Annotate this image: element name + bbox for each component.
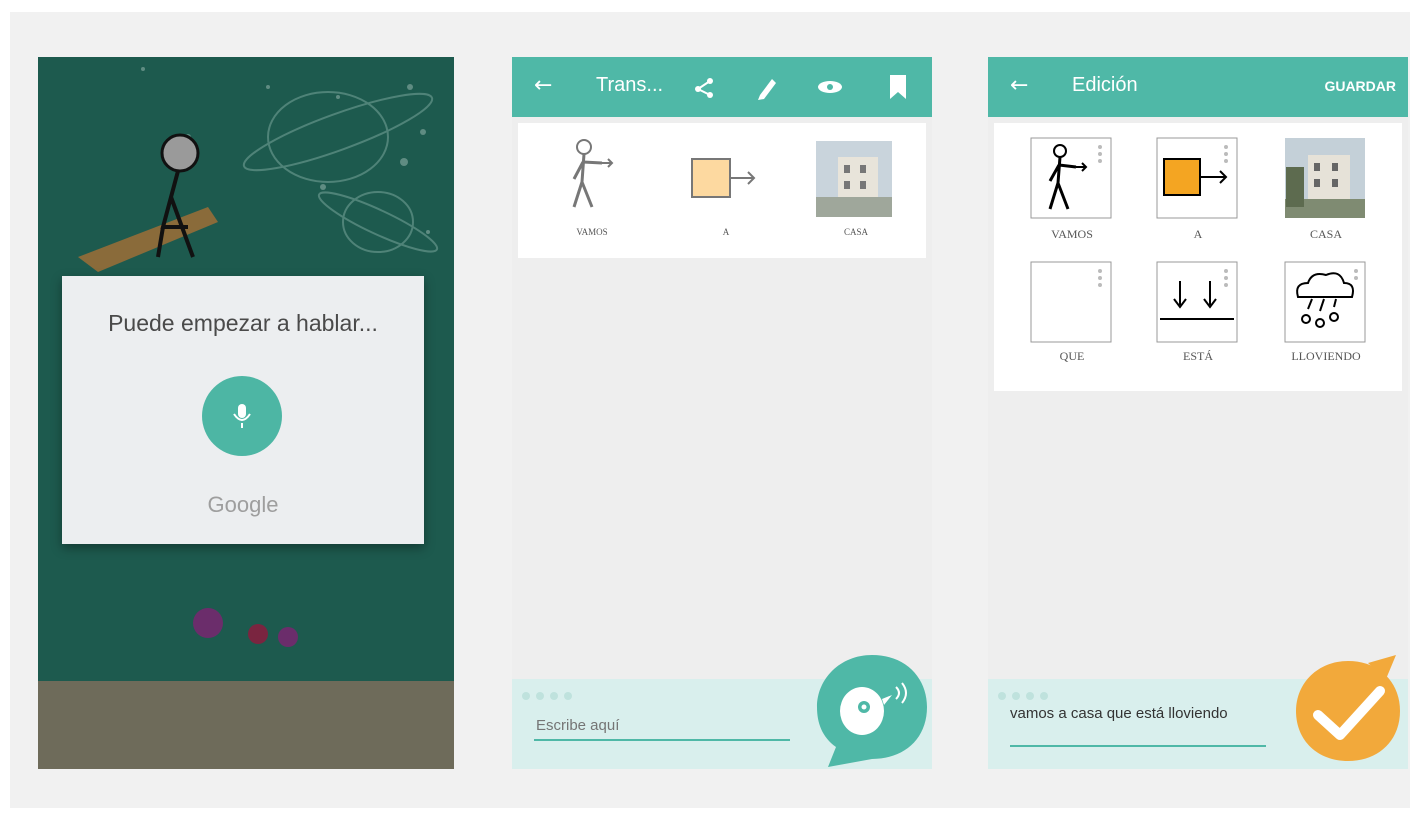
arrow-to-box-icon [1156,137,1238,219]
pictogram-label: VAMOS [1051,227,1093,241]
house-photo [1285,138,1365,218]
back-arrow-icon[interactable]: ← [534,73,552,98]
translation-screen: ← Trans... VAMOS A CASA Escribe aquí [512,57,932,769]
pictogram-que[interactable]: QUE [1030,261,1114,371]
walking-person-icon [1030,137,1112,219]
eye-icon[interactable] [814,77,846,97]
pictogram-esta[interactable]: ESTÁ [1156,261,1240,371]
pictogram-a[interactable]: A [1156,137,1240,247]
microphone-icon [233,404,251,428]
pictogram-vamos[interactable]: VAMOS [552,137,632,247]
walking-person-icon [572,139,614,208]
blank-icon [1030,261,1112,343]
down-arrows-icon [1156,261,1238,343]
pictogram-grid: VAMOS A CASA QUE ESTÁ LLOVIENDO [994,123,1402,391]
pictogram-label: VAMOS [576,227,608,237]
pictogram-a[interactable]: A [686,137,766,247]
pictogram-vamos[interactable]: VAMOS [1030,137,1114,247]
screen-title: Edición [1072,74,1138,96]
pictogram-casa[interactable]: CASA [1284,137,1368,247]
pictogram-label: ESTÁ [1183,349,1213,363]
edit-screen: ← Edición GUARDAR VAMOS A CASA QUE ESTÁ … [988,57,1408,769]
rain-cloud-icon [1284,261,1366,343]
save-button[interactable]: GUARDAR [1324,78,1396,94]
voice-dialog: Puede empezar a hablar... Google [62,276,424,544]
provider-label: Google [207,492,279,517]
app-bar: ← Trans... [512,57,932,117]
text-input[interactable] [534,713,788,737]
pictogram-label: A [722,227,730,237]
pencil-icon[interactable] [754,73,780,101]
share-icon[interactable] [690,73,718,101]
prompt-text: Puede empezar a hablar... [108,310,378,336]
pictogram-label: CASA [1309,227,1342,241]
decorative-dots [998,685,1054,704]
input-underline [1010,745,1266,747]
voice-input-screen: Puede empezar a hablar... Google [38,57,454,769]
pictogram-label: QUE [1059,349,1085,363]
speak-fab-button[interactable] [812,649,932,769]
pictogram-label: CASA [843,227,868,237]
pictogram-casa[interactable]: CASA [816,137,896,247]
text-input[interactable]: vamos a casa que está lloviendo [1010,705,1260,723]
input-underline [534,739,790,741]
decorative-dots [522,685,578,704]
screen-title: Trans... [596,74,664,96]
house-photo [816,141,892,217]
pictogram-label: LLOVIENDO [1291,349,1361,363]
ground-strip [38,681,454,769]
pictogram-label: A [1193,227,1203,241]
arrow-to-box-icon [691,158,756,198]
microphone-button[interactable] [202,376,282,456]
bookmark-icon[interactable] [886,72,910,102]
confirm-fab-button[interactable] [1288,649,1408,769]
pictogram-strip: VAMOS A CASA [518,123,926,258]
back-arrow-icon[interactable]: ← [1010,73,1028,98]
app-bar: ← Edición GUARDAR [988,57,1408,117]
pictogram-lloviendo[interactable]: LLOVIENDO [1284,261,1368,371]
